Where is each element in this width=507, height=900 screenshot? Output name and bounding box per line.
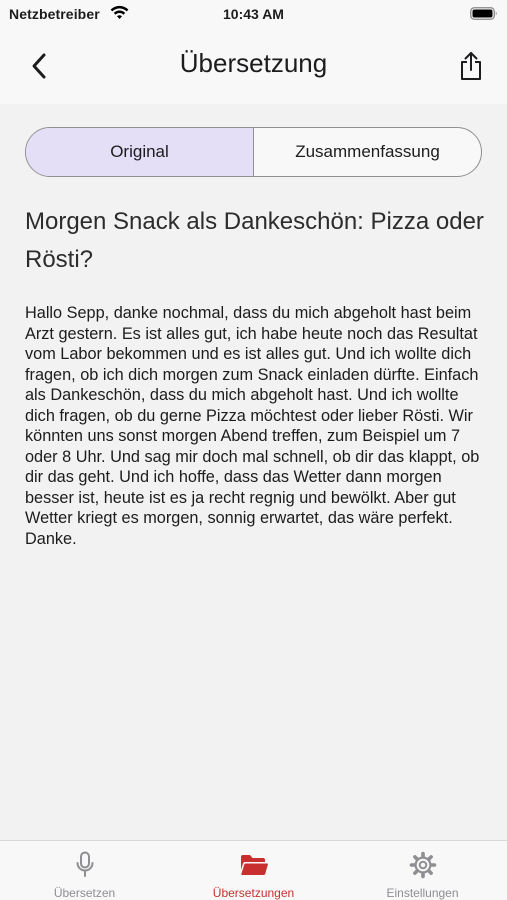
status-time: 10:43 AM (223, 6, 284, 22)
microphone-icon (76, 851, 93, 877)
segment-original[interactable]: Original (26, 128, 254, 176)
tab-translations[interactable]: Übersetzungen (169, 841, 338, 900)
tab-settings[interactable]: Einstellungen (338, 841, 507, 900)
status-bar: Netzbetreiber 10:43 AM (0, 0, 507, 30)
gear-icon (409, 851, 436, 879)
navigation-bar: Übersetzung (0, 30, 507, 104)
translation-body: Hallo Sepp, danke nochmal, dass du mich … (25, 304, 480, 548)
tab-translate-label: Übersetzen (53, 886, 116, 900)
tab-settings-label: Einstellungen (386, 886, 459, 900)
tab-translate[interactable]: Übersetzen (0, 841, 169, 900)
battery-icon (470, 7, 497, 20)
page-title: Übersetzung (179, 48, 328, 78)
share-button[interactable] (455, 48, 487, 84)
translation-title: Morgen Snack als Dankeschön: Pizza oder … (25, 208, 484, 273)
share-icon (461, 52, 481, 80)
segment-summary[interactable]: Zusammenfassung (254, 128, 481, 176)
view-mode-segmented-control: Original Zusammenfassung (25, 127, 482, 177)
folder-icon (240, 855, 268, 875)
tab-bar: Übersetzen Übersetzungen Einstellungen (0, 840, 507, 900)
tab-translations-label: Übersetzungen (212, 886, 295, 900)
translation-screen: Netzbetreiber 10:43 AM Übersetzung Origi… (0, 0, 507, 900)
